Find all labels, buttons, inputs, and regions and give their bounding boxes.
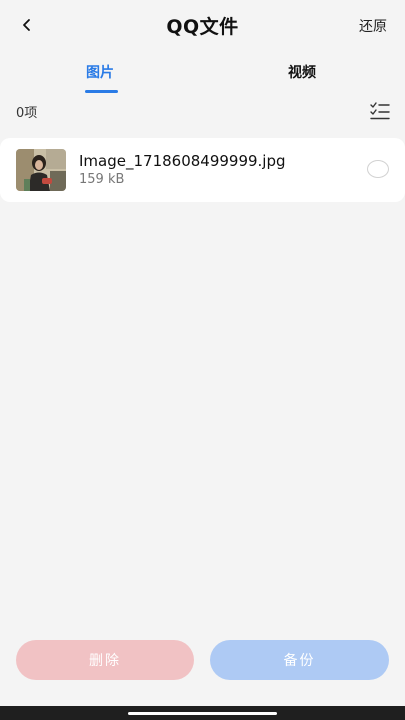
file-list-item[interactable]: Image_1718608499999.jpg 159 kB	[0, 138, 405, 202]
photo-thumbnail	[16, 149, 66, 191]
restore-button[interactable]: 还原	[359, 16, 387, 36]
top-bar: QQ文件 还原	[0, 0, 405, 50]
tab-images[interactable]: 图片	[86, 62, 114, 82]
select-all-button[interactable]	[369, 100, 391, 122]
selected-count: 0项	[16, 106, 38, 121]
file-name: Image_1718608499999.jpg	[79, 152, 286, 170]
checklist-icon	[370, 102, 390, 120]
tab-videos[interactable]: 视频	[288, 62, 316, 82]
home-indicator[interactable]	[128, 712, 277, 715]
backup-button[interactable]: 备份	[210, 640, 389, 680]
system-navigation-bar	[0, 706, 405, 720]
file-size: 159 kB	[79, 172, 125, 187]
file-select-radio[interactable]	[367, 160, 389, 178]
delete-button[interactable]: 删除	[16, 640, 194, 680]
tab-bar: 图片 视频	[0, 58, 405, 94]
active-tab-indicator	[85, 90, 118, 93]
page-title: QQ文件	[166, 16, 239, 38]
selection-bar: 0项	[0, 98, 405, 124]
